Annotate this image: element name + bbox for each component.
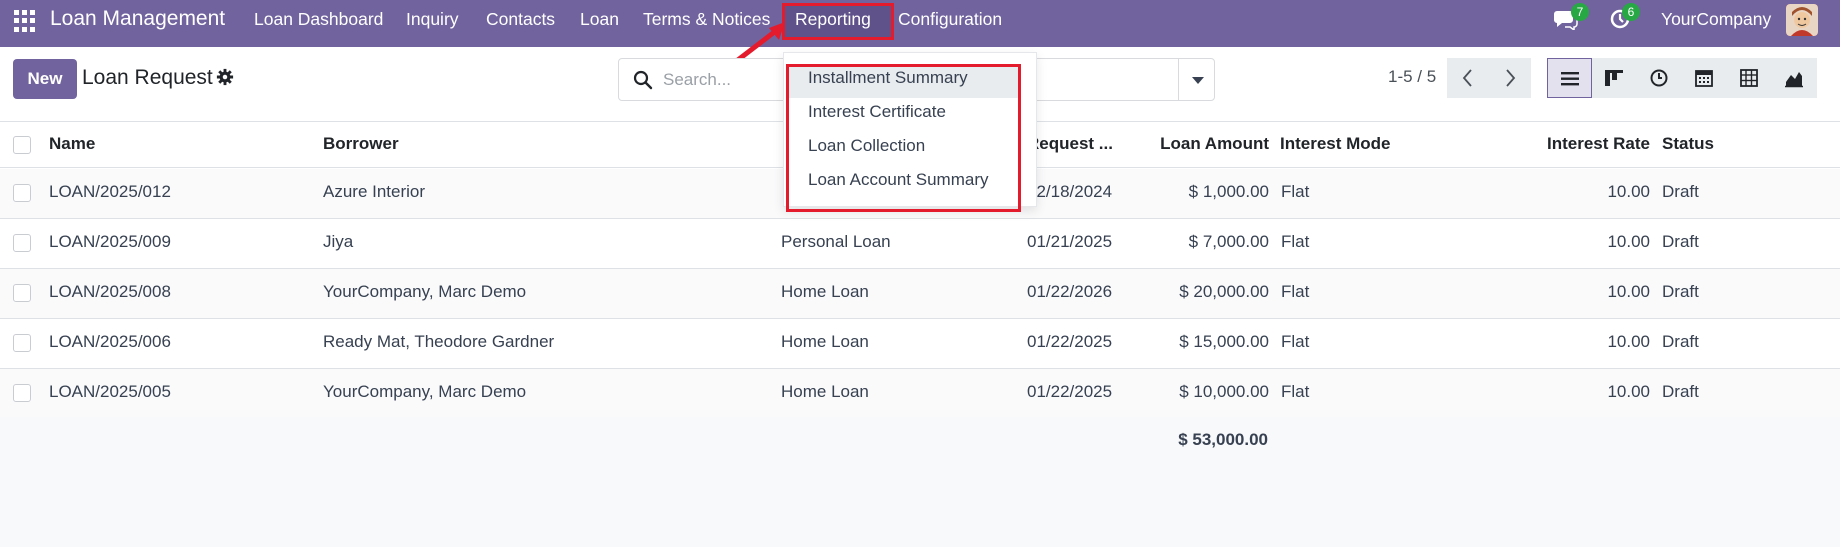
loan-name: LOAN/2025/008: [49, 282, 171, 301]
loan-interest-rate: 10.00: [1607, 232, 1650, 251]
apps-grid-icon[interactable]: [14, 10, 36, 32]
page-title: Loan Request: [82, 66, 213, 89]
loan-name: LOAN/2025/012: [49, 182, 171, 201]
gear-icon[interactable]: [216, 68, 234, 86]
pager-next-button[interactable]: [1489, 58, 1531, 98]
loan-request-date: 01/22/2025: [1027, 382, 1113, 401]
table-row[interactable]: LOAN/2025/005 YourCompany, Marc Demo Hom…: [0, 369, 1840, 419]
column-name-header[interactable]: Name: [49, 134, 95, 154]
column-interest-mode-header[interactable]: Interest Mode: [1280, 134, 1391, 154]
loan-status: Draft: [1662, 232, 1699, 251]
top-navbar: Loan Management Loan Dashboard Inquiry C…: [0, 0, 1840, 47]
loan-type: Home Loan: [781, 332, 869, 351]
loan-type: Personal Loan: [781, 232, 891, 251]
calendar-view-icon: [1695, 70, 1713, 87]
pivot-view-button[interactable]: [1727, 58, 1772, 98]
loan-amount: $ 1,000.00: [1188, 182, 1269, 201]
table-row[interactable]: LOAN/2025/008 YourCompany, Marc Demo Hom…: [0, 269, 1840, 319]
kanban-view-icon: [1605, 70, 1623, 86]
pager-previous-button[interactable]: [1447, 58, 1489, 98]
loan-interest-rate: 10.00: [1607, 382, 1650, 401]
loan-status: Draft: [1662, 282, 1699, 301]
chevron-right-icon: [1506, 69, 1516, 87]
total-loan-amount: $ 53,000.00: [1178, 430, 1268, 449]
menu-loan[interactable]: Loan: [580, 9, 619, 30]
loan-borrower: YourCompany, Marc Demo: [323, 282, 527, 301]
row-checkbox[interactable]: [13, 234, 31, 252]
menu-loan-dashboard[interactable]: Loan Dashboard: [254, 9, 383, 30]
activity-view-icon: [1650, 69, 1668, 87]
loan-interest-mode: Flat: [1281, 332, 1310, 351]
graph-view-button[interactable]: [1772, 58, 1817, 98]
loan-amount: $ 20,000.00: [1179, 282, 1269, 301]
loan-name: LOAN/2025/006: [49, 332, 171, 351]
search-options-toggle[interactable]: [1178, 59, 1214, 100]
loan-amount: $ 10,000.00: [1179, 382, 1269, 401]
new-button[interactable]: New: [13, 59, 77, 99]
row-checkbox[interactable]: [13, 384, 31, 402]
user-avatar[interactable]: [1786, 4, 1818, 36]
row-checkbox[interactable]: [13, 184, 31, 202]
dropdown-highlight-box: [786, 64, 1021, 212]
table-row[interactable]: LOAN/2025/009 Jiya Personal Loan 01/21/2…: [0, 219, 1840, 269]
loan-interest-mode: Flat: [1281, 232, 1310, 251]
column-interest-rate-header[interactable]: Interest Rate: [1520, 134, 1650, 154]
pager-value[interactable]: 1-5 / 5: [1388, 67, 1436, 87]
loan-type: Home Loan: [781, 382, 869, 401]
loan-interest-mode: Flat: [1281, 282, 1310, 301]
menu-contacts[interactable]: Contacts: [486, 9, 555, 30]
pivot-view-icon: [1740, 69, 1758, 87]
list-view-button[interactable]: [1547, 58, 1592, 98]
loan-interest-rate: 10.00: [1607, 282, 1650, 301]
loan-interest-rate: 10.00: [1607, 182, 1650, 201]
loan-request-date: 01/21/2025: [1027, 232, 1113, 251]
row-checkbox[interactable]: [13, 284, 31, 302]
activities-count-badge: 6: [1622, 3, 1640, 21]
app-brand[interactable]: Loan Management: [50, 7, 225, 31]
loan-name: LOAN/2025/009: [49, 232, 171, 251]
company-switcher[interactable]: YourCompany: [1661, 9, 1771, 30]
loan-interest-mode: Flat: [1281, 182, 1310, 201]
list-view-icon: [1561, 72, 1579, 86]
graph-view-icon: [1785, 72, 1803, 88]
loan-status: Draft: [1662, 332, 1699, 351]
loan-borrower: YourCompany, Marc Demo: [323, 382, 527, 401]
loan-interest-rate: 10.00: [1607, 332, 1650, 351]
column-request-date-header[interactable]: Request ...: [1027, 134, 1113, 154]
loan-request-date: 01/22/2026: [1027, 282, 1113, 301]
loan-amount: $ 15,000.00: [1179, 332, 1269, 351]
menu-inquiry[interactable]: Inquiry: [406, 9, 459, 30]
column-status-header[interactable]: Status: [1662, 134, 1714, 154]
loan-interest-mode: Flat: [1281, 382, 1310, 401]
activity-view-button[interactable]: [1637, 58, 1682, 98]
loan-name: LOAN/2025/005: [49, 382, 171, 401]
loan-borrower: Azure Interior: [323, 182, 426, 201]
kanban-view-button[interactable]: [1592, 58, 1637, 98]
calendar-view-button[interactable]: [1682, 58, 1727, 98]
loan-request-date: 01/22/2025: [1027, 332, 1113, 351]
menu-configuration[interactable]: Configuration: [898, 9, 1002, 30]
loan-type: Home Loan: [781, 282, 869, 301]
table-footer: [0, 417, 1840, 547]
loan-borrower: Ready Mat, Theodore Gardner: [323, 332, 555, 351]
column-borrower-header[interactable]: Borrower: [323, 134, 399, 154]
chevron-left-icon: [1462, 69, 1472, 87]
row-checkbox[interactable]: [13, 334, 31, 352]
loan-amount: $ 7,000.00: [1188, 232, 1269, 251]
select-all-checkbox[interactable]: [13, 136, 31, 154]
loan-status: Draft: [1662, 182, 1699, 201]
menu-reporting[interactable]: Reporting: [795, 9, 871, 30]
column-loan-amount-header[interactable]: Loan Amount: [1130, 134, 1269, 154]
loan-request-date: 12/18/2024: [1027, 182, 1113, 201]
table-row[interactable]: LOAN/2025/006 Ready Mat, Theodore Gardne…: [0, 319, 1840, 369]
loan-borrower: Jiya: [323, 232, 354, 251]
search-icon: [633, 70, 653, 90]
messages-count-badge: 7: [1571, 3, 1589, 21]
loan-status: Draft: [1662, 382, 1699, 401]
